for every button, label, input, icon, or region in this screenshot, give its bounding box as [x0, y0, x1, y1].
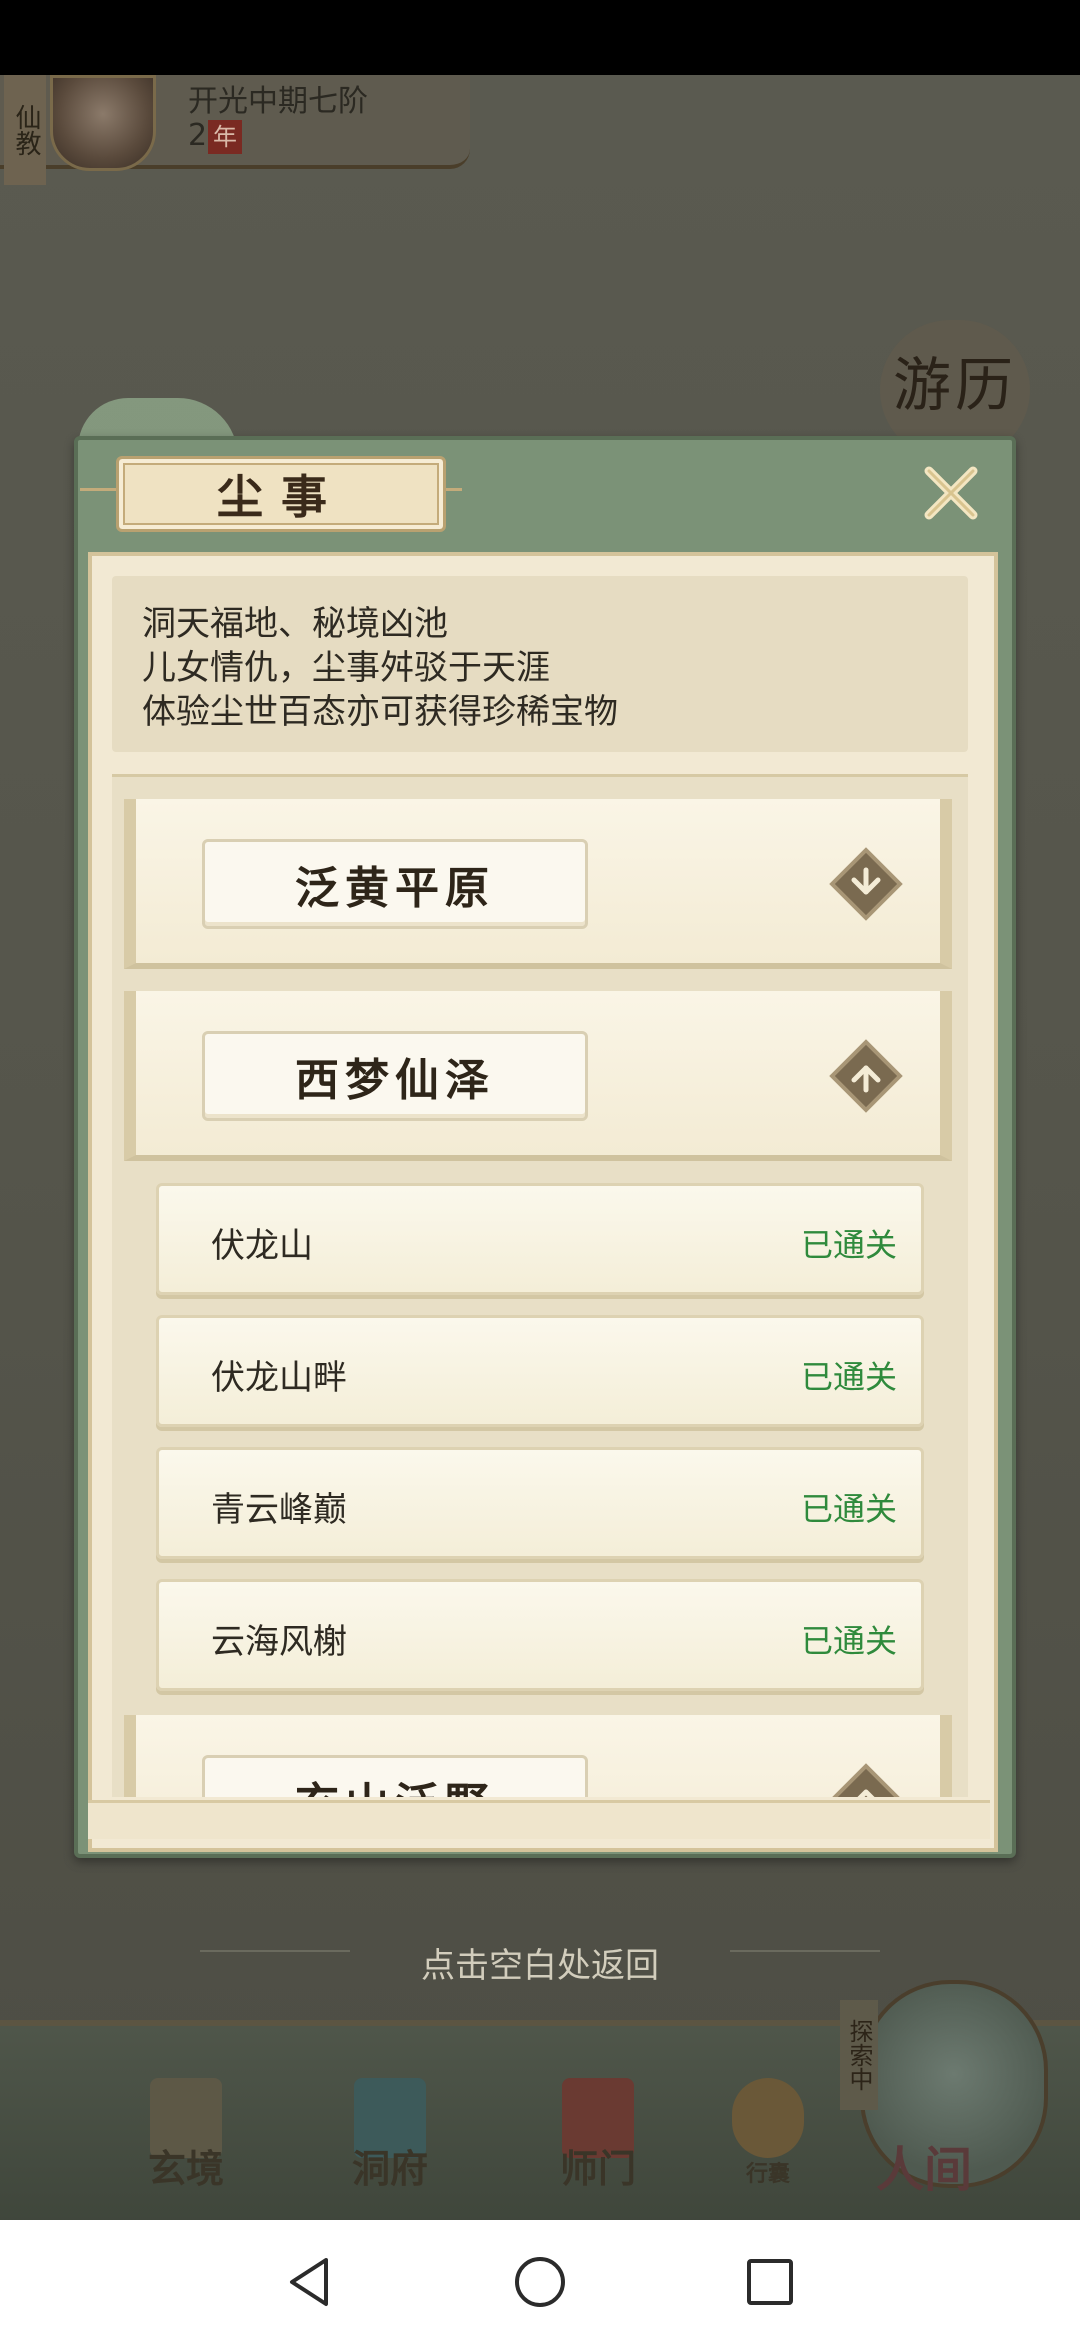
- description-line-2: 儿女情仇，尘事舛驳于天涯: [142, 648, 550, 688]
- expand-toggle[interactable]: [824, 842, 908, 926]
- back-icon[interactable]: [280, 2252, 340, 2312]
- nav-item-xuanjing[interactable]: 玄境: [126, 2078, 246, 2198]
- region-name: 泛黄平原: [295, 863, 495, 914]
- dialog-title: 尘事: [217, 470, 345, 524]
- home-icon[interactable]: [510, 2252, 570, 2312]
- sect-badge: 仙教: [4, 75, 46, 185]
- player-avatar[interactable]: [50, 75, 156, 171]
- renjian-label: 人间: [876, 2142, 973, 2198]
- cultivation-level: 开光中期七阶: [188, 84, 368, 119]
- nav-label: 师门: [559, 2146, 636, 2191]
- collapse-toggle[interactable]: [824, 1758, 908, 1797]
- collapse-toggle[interactable]: [824, 1034, 908, 1118]
- chevron-up-icon: [829, 1763, 903, 1797]
- stage-status: 已通关: [800, 1490, 897, 1528]
- status-bar: [0, 0, 1080, 75]
- region-header-fanhuang[interactable]: 泛黄平原: [124, 799, 952, 969]
- region-label-plaque: 泛黄平原: [202, 839, 588, 929]
- description-line-1: 洞天福地、秘境凶池: [142, 604, 448, 644]
- region-label-plaque: 西梦仙泽: [202, 1031, 588, 1121]
- age-unit: 年: [208, 120, 242, 154]
- stage-name: 青云峰巅: [211, 1490, 347, 1530]
- nav-item-dongfu[interactable]: 洞府: [330, 2078, 450, 2198]
- recents-icon[interactable]: [740, 2252, 800, 2312]
- region-name: 玄山泛野: [295, 1768, 495, 1797]
- stage-status: 已通关: [800, 1622, 897, 1660]
- nav-label: 行囊: [745, 2161, 790, 2187]
- stage-status: 已通关: [800, 1226, 897, 1264]
- chevron-up-icon: [829, 1039, 903, 1113]
- stage-item[interactable]: 伏龙山 已通关: [156, 1183, 924, 1295]
- stage-item[interactable]: 伏龙山畔 已通关: [156, 1315, 924, 1427]
- stage-item[interactable]: 青云峰巅 已通关: [156, 1447, 924, 1559]
- chevron-down-icon: [829, 847, 903, 921]
- bag-icon: [732, 2078, 804, 2158]
- exploring-tag: 探索中: [840, 2000, 878, 2110]
- nav-item-shimen[interactable]: 师门: [538, 2078, 658, 2198]
- stage-name: 伏龙山畔: [211, 1358, 347, 1398]
- dialog-title-plaque: 尘事: [116, 456, 446, 532]
- region-header-ximeng[interactable]: 西梦仙泽: [124, 991, 952, 1161]
- stage-name: 伏龙山: [211, 1226, 313, 1266]
- region-label-plaque: 玄山泛野: [202, 1755, 588, 1797]
- description-line-3: 体验尘世百态亦可获得珍稀宝物: [142, 692, 618, 732]
- dialog-footer-bar: [88, 1800, 990, 1839]
- nav-label: 玄境: [147, 2146, 224, 2191]
- stage-name: 云海风榭: [211, 1622, 347, 1662]
- return-hint: 点击空白处返回: [421, 1946, 659, 1986]
- close-icon: [924, 466, 978, 520]
- stage-item[interactable]: 云海风榭 已通关: [156, 1579, 924, 1691]
- nav-label: 洞府: [351, 2146, 428, 2191]
- region-name: 西梦仙泽: [295, 1055, 495, 1106]
- stage-status: 已通关: [800, 1358, 897, 1396]
- age-value: 2: [188, 118, 208, 153]
- nav-item-xingnang[interactable]: 行囊: [708, 2078, 828, 2198]
- close-button[interactable]: [918, 460, 984, 526]
- region-header-xuanshan[interactable]: 玄山泛野: [124, 1715, 952, 1797]
- region-list[interactable]: 泛黄平原 西梦仙泽 伏龙山 已通关 伏龙山畔 已通关 青云峰巅 已通关 云海风榭…: [112, 774, 968, 1797]
